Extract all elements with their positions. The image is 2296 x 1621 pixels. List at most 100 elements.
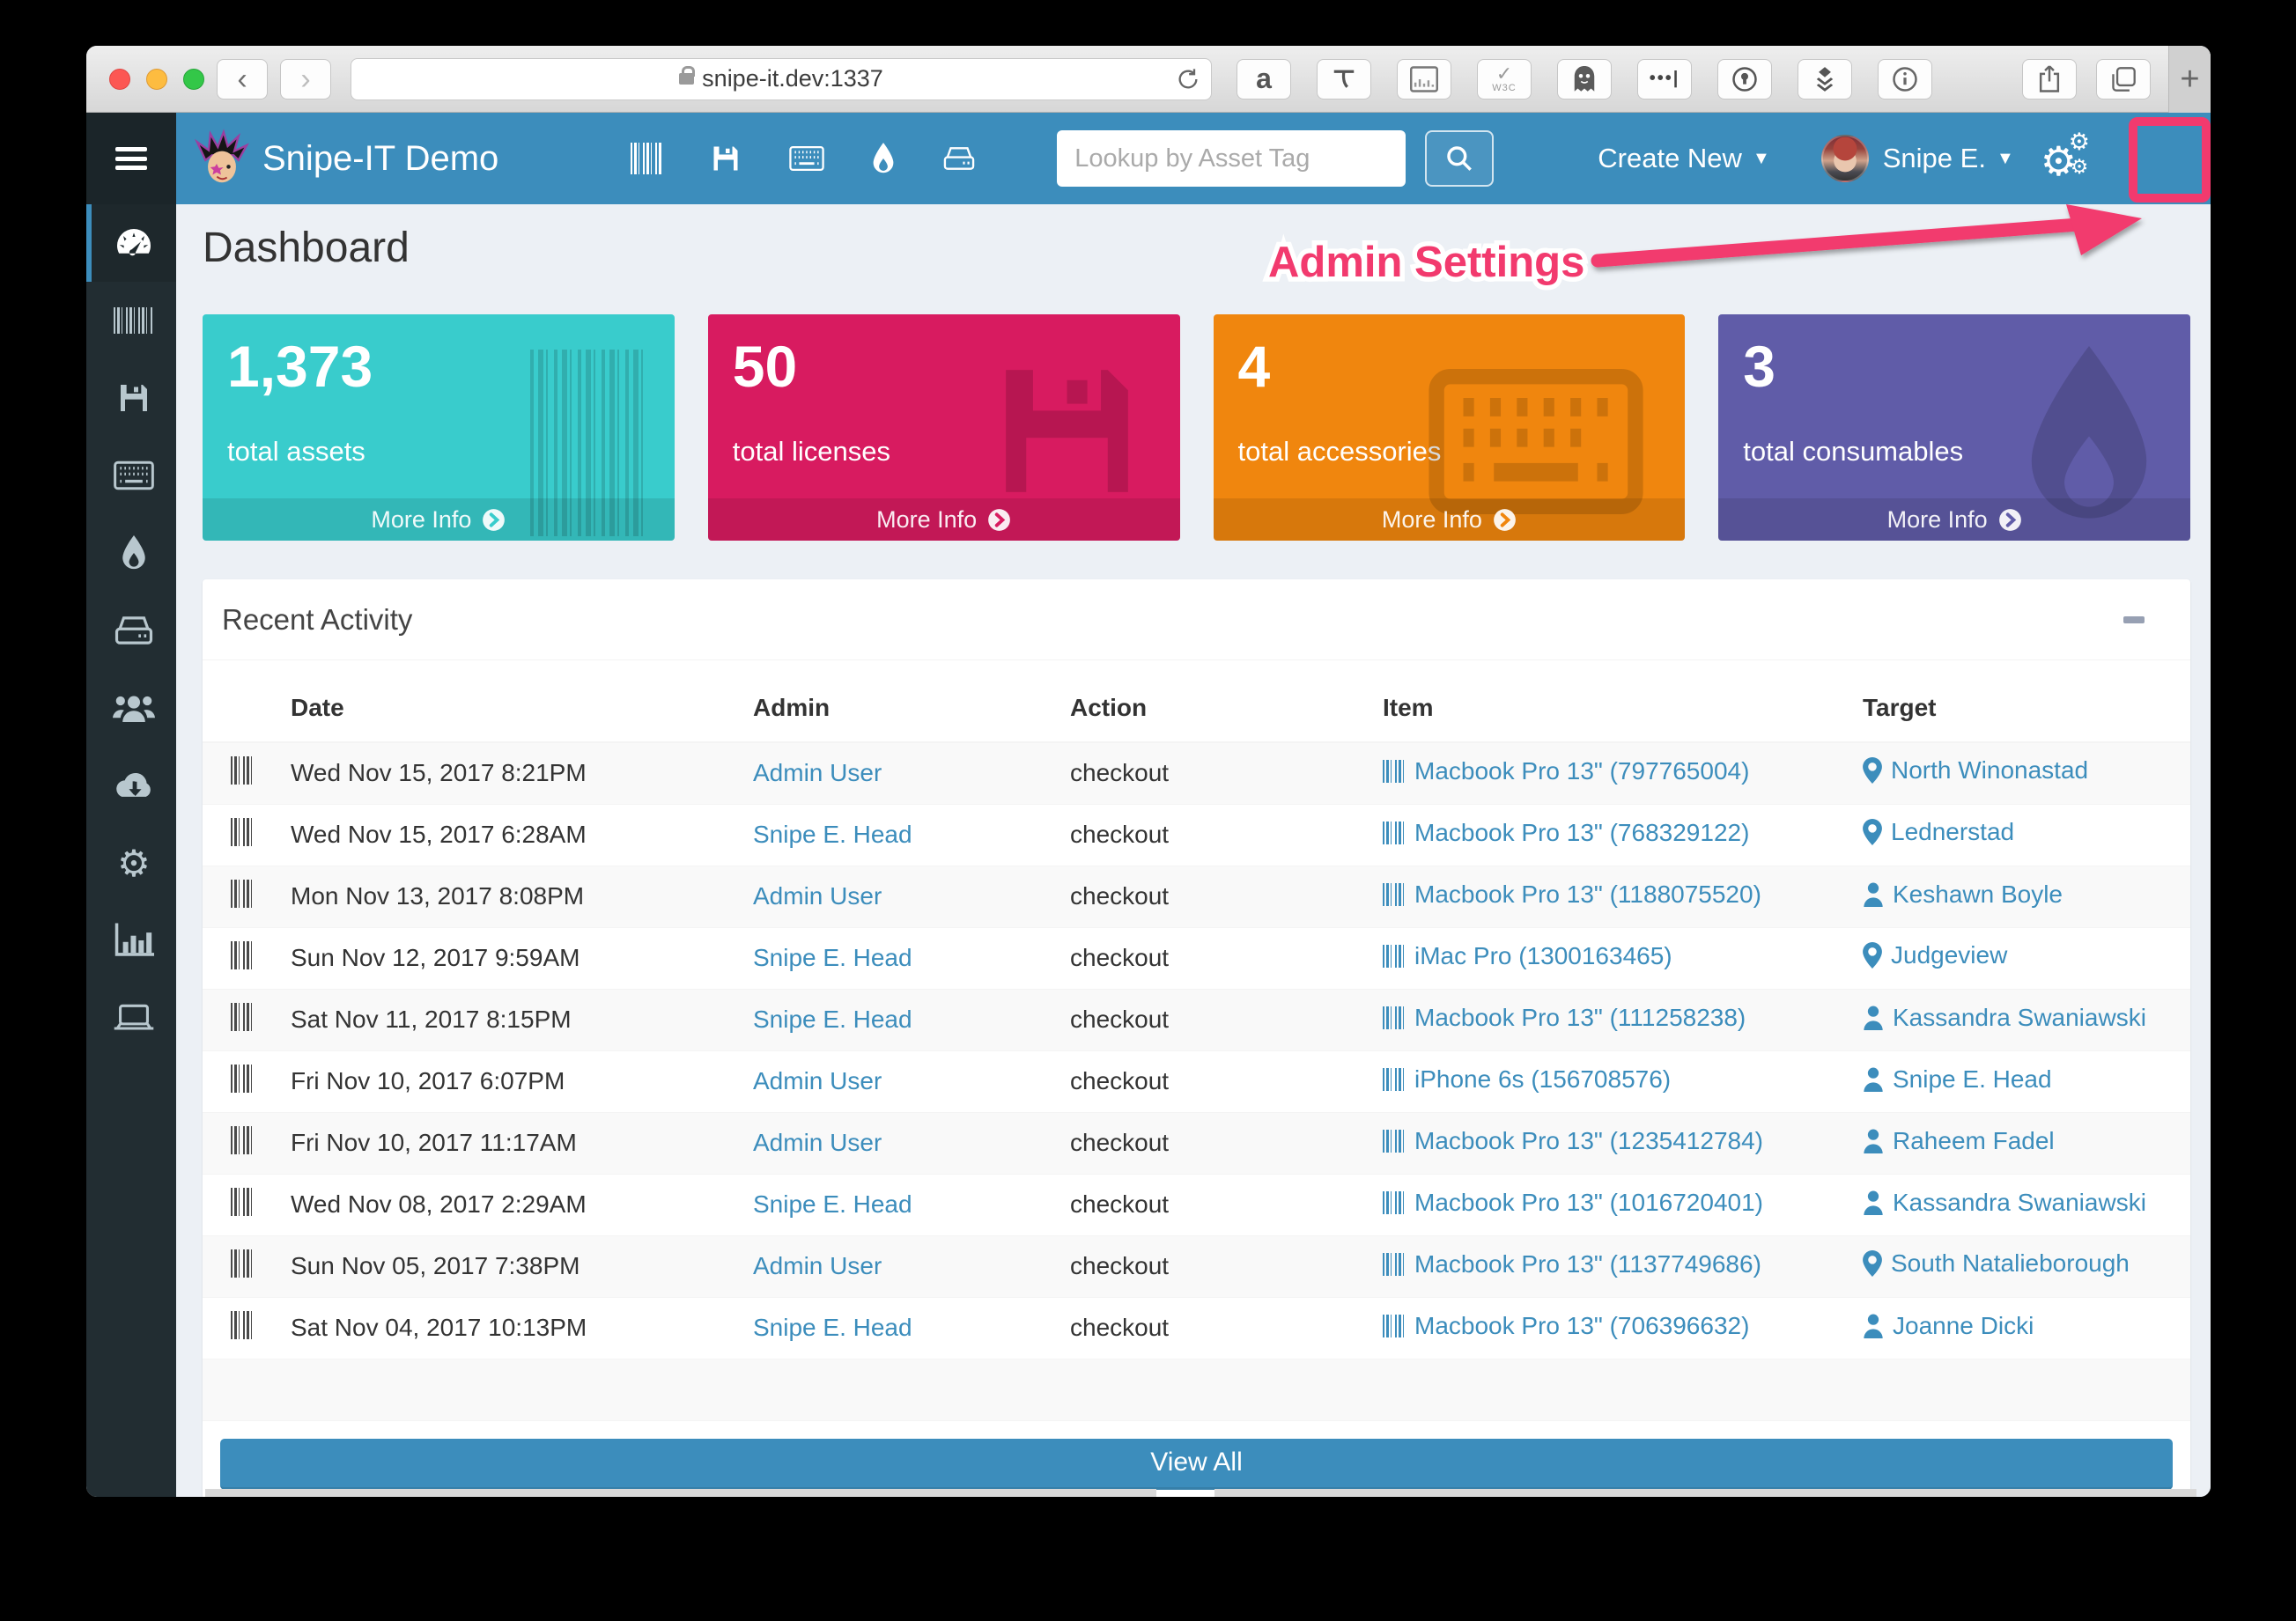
chevron-down-icon: ▼ bbox=[1752, 148, 1770, 168]
target-link[interactable]: South Natalieborough bbox=[1863, 1249, 2130, 1278]
table-row: Sat Nov 04, 2017 10:13PM Snipe E. Head c… bbox=[203, 1297, 2190, 1359]
target-link[interactable]: North Winonastad bbox=[1863, 756, 2088, 785]
activity-action: checkout bbox=[1061, 1297, 1374, 1359]
target-link[interactable]: Lednerstad bbox=[1863, 818, 2014, 846]
admin-link[interactable]: Snipe E. Head bbox=[753, 1314, 912, 1342]
admin-link[interactable]: Admin User bbox=[753, 1252, 882, 1280]
main-content: Admin Settings Dashboard 1,373 total ass… bbox=[176, 204, 2211, 1497]
asset-tag-search-input[interactable] bbox=[1057, 130, 1406, 187]
accessories-quick-icon[interactable] bbox=[789, 145, 824, 172]
activity-date: Wed Nov 15, 2017 8:21PM bbox=[282, 742, 744, 805]
admin-link[interactable]: Admin User bbox=[753, 1067, 882, 1095]
onepassword-extension-icon[interactable] bbox=[1717, 58, 1772, 99]
user-icon bbox=[1864, 1006, 1883, 1030]
laptop-icon bbox=[114, 1004, 154, 1030]
ghostery-extension-icon[interactable] bbox=[1557, 58, 1612, 99]
stats-window-extension-icon[interactable] bbox=[1397, 58, 1451, 99]
sidebar-item-components[interactable] bbox=[86, 592, 176, 669]
activity-table-body: Wed Nov 15, 2017 8:21PM Admin User check… bbox=[203, 742, 2190, 1421]
sidebar-item-people[interactable] bbox=[86, 669, 176, 747]
sidebar-toggle[interactable] bbox=[86, 113, 176, 204]
sidebar-item-licenses[interactable] bbox=[86, 359, 176, 437]
components-quick-icon[interactable] bbox=[942, 144, 976, 173]
target-link[interactable]: Kassandra Swaniawski bbox=[1863, 1004, 2146, 1032]
address-bar[interactable]: snipe-it.dev:1337 bbox=[351, 57, 1212, 100]
close-window-button[interactable] bbox=[109, 68, 130, 90]
item-link[interactable]: Macbook Pro 13" (1188075520) bbox=[1383, 880, 1761, 909]
assets-quick-icon[interactable] bbox=[631, 143, 663, 174]
new-tab-button[interactable]: + bbox=[2168, 46, 2211, 113]
sidebar-item-accessories[interactable] bbox=[86, 437, 176, 514]
minimize-window-button[interactable] bbox=[146, 68, 167, 90]
forward-button[interactable]: › bbox=[280, 58, 331, 99]
sidebar-item-predefined-kits[interactable] bbox=[86, 747, 176, 824]
item-link[interactable]: iPhone 6s (156708576) bbox=[1383, 1065, 1671, 1094]
recent-activity-panel: Recent Activity Date Admin Action Item T… bbox=[203, 579, 2190, 1497]
reload-icon[interactable] bbox=[1176, 67, 1200, 92]
more-info-link[interactable]: More Info bbox=[203, 498, 675, 541]
item-link[interactable]: Macbook Pro 13" (1016720401) bbox=[1383, 1189, 1763, 1217]
barcode-icon bbox=[231, 1064, 255, 1093]
target-link[interactable]: Raheem Fadel bbox=[1863, 1127, 2055, 1155]
item-link[interactable]: Macbook Pro 13" (111258238) bbox=[1383, 1004, 1746, 1032]
search-button[interactable] bbox=[1425, 130, 1495, 187]
info-extension-icon[interactable] bbox=[1878, 58, 1932, 99]
more-info-link[interactable]: More Info bbox=[1718, 498, 2190, 541]
item-link[interactable]: Macbook Pro 13" (768329122) bbox=[1383, 819, 1749, 847]
barcode-icon bbox=[1383, 1068, 1406, 1091]
admin-link[interactable]: Admin User bbox=[753, 1129, 882, 1157]
licenses-quick-icon[interactable] bbox=[710, 143, 742, 174]
target-link[interactable]: Joanne Dicki bbox=[1863, 1312, 2034, 1340]
admin-settings-button[interactable]: ⚙ ⚙ ⚙ bbox=[2039, 129, 2100, 185]
admin-link[interactable]: Snipe E. Head bbox=[753, 1190, 912, 1219]
admin-link[interactable]: Snipe E. Head bbox=[753, 821, 912, 849]
consumables-quick-icon[interactable] bbox=[872, 143, 895, 174]
layers-extension-icon[interactable] bbox=[1798, 58, 1852, 99]
sidebar-item-reports[interactable] bbox=[86, 902, 176, 979]
item-link[interactable]: Macbook Pro 13" (797765004) bbox=[1383, 757, 1749, 785]
back-button[interactable]: ‹ bbox=[217, 58, 268, 99]
traffic-lights bbox=[109, 68, 204, 90]
text-tool-extension-icon[interactable] bbox=[1317, 58, 1371, 99]
admin-link[interactable]: Admin User bbox=[753, 759, 882, 787]
user-avatar[interactable] bbox=[1820, 135, 1869, 182]
item-link[interactable]: iMac Pro (1300163465) bbox=[1383, 942, 1672, 970]
create-new-menu[interactable]: Create New ▼ bbox=[1598, 143, 1769, 174]
snipeit-logo[interactable] bbox=[194, 129, 249, 185]
barcode-icon bbox=[1383, 1315, 1406, 1337]
more-info-link[interactable]: More Info bbox=[1213, 498, 1686, 541]
target-link[interactable]: Snipe E. Head bbox=[1863, 1065, 2052, 1094]
target-link[interactable]: Judgeview bbox=[1863, 941, 2007, 969]
more-info-link[interactable]: More Info bbox=[707, 498, 1180, 541]
barcode-icon bbox=[1383, 883, 1406, 906]
target-link[interactable]: Keshawn Boyle bbox=[1863, 880, 2063, 909]
zoom-window-button[interactable] bbox=[183, 68, 204, 90]
view-all-button[interactable]: View All bbox=[220, 1438, 2173, 1490]
sidebar-item-assets[interactable] bbox=[86, 282, 176, 359]
app-title[interactable]: Snipe-IT Demo bbox=[262, 139, 498, 179]
user-icon bbox=[1864, 882, 1883, 907]
sidebar-item-consumables[interactable] bbox=[86, 514, 176, 592]
hamburger-icon bbox=[115, 147, 147, 170]
w3c-validator-extension-icon[interactable]: ✓ W3C bbox=[1477, 58, 1532, 99]
table-row: Mon Nov 13, 2017 8:08PM Admin User check… bbox=[203, 866, 2190, 928]
collapse-icon[interactable] bbox=[2123, 616, 2145, 623]
item-link[interactable]: Macbook Pro 13" (706396632) bbox=[1383, 1312, 1749, 1340]
admin-link[interactable]: Snipe E. Head bbox=[753, 1006, 912, 1034]
admin-link[interactable]: Snipe E. Head bbox=[753, 944, 912, 972]
sidebar-item-dashboard[interactable] bbox=[86, 204, 176, 282]
share-button[interactable] bbox=[2022, 58, 2077, 99]
target-link[interactable]: Kassandra Swaniawski bbox=[1863, 1189, 2146, 1217]
sidebar-item-settings[interactable]: ⚙ bbox=[86, 824, 176, 902]
barcode-icon bbox=[231, 1002, 255, 1031]
column-header-date: Date bbox=[282, 674, 744, 743]
admin-link[interactable]: Admin User bbox=[753, 882, 882, 910]
user-menu[interactable]: Snipe E. ▼ bbox=[1883, 143, 2014, 174]
item-link[interactable]: Macbook Pro 13" (1235412784) bbox=[1383, 1127, 1763, 1155]
more-dots-extension-icon[interactable]: •••| bbox=[1637, 58, 1692, 99]
tab-overview-button[interactable] bbox=[2096, 58, 2151, 99]
amazon-extension-icon[interactable]: a bbox=[1237, 58, 1291, 99]
arrow-circle-icon bbox=[1998, 508, 2021, 531]
sidebar-item-requestable[interactable] bbox=[86, 979, 176, 1057]
item-link[interactable]: Macbook Pro 13" (1137749686) bbox=[1383, 1250, 1761, 1278]
